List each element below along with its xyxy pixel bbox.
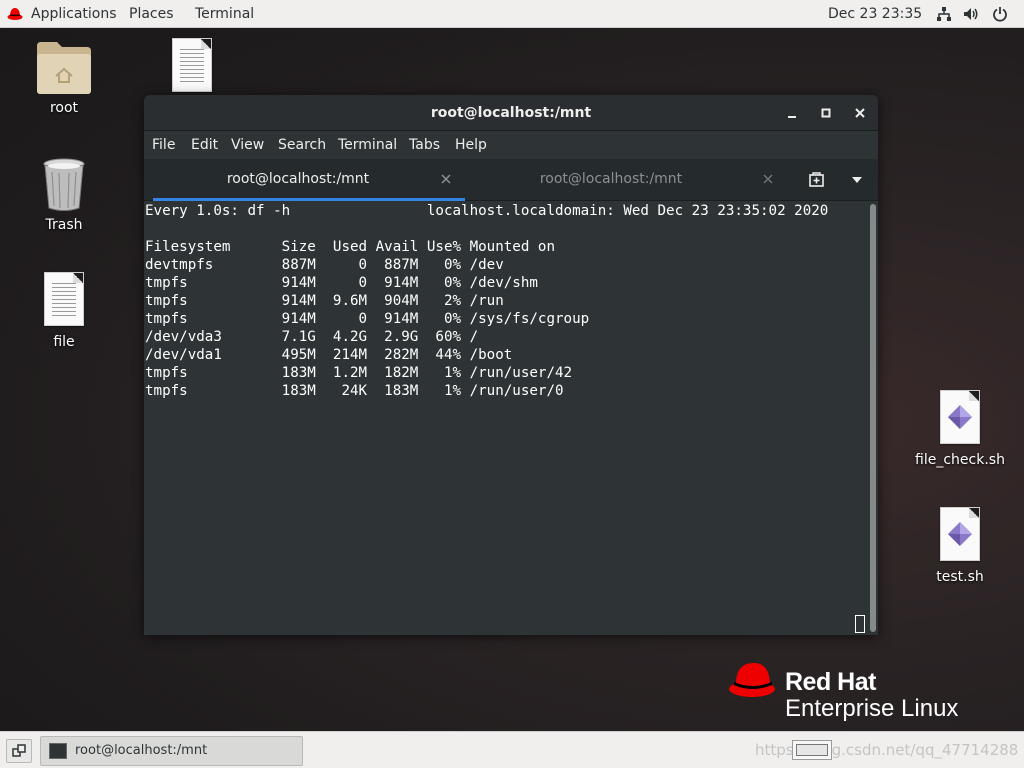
home-folder-icon bbox=[37, 42, 91, 94]
desktop-icon-root[interactable]: root bbox=[14, 40, 114, 120]
terminal-line: tmpfs 183M 1.2M 182M 1% /run/user/42 bbox=[145, 365, 573, 381]
network-icon[interactable] bbox=[936, 6, 952, 22]
brand-name: Red Hat bbox=[785, 668, 876, 696]
terminal-line: tmpfs 914M 9.6M 904M 2% /run bbox=[145, 293, 504, 309]
terminal-app-menu[interactable]: Terminal bbox=[195, 0, 254, 28]
bottom-panel: root@localhost:/mnt https://blog.csdn.ne… bbox=[0, 731, 1024, 768]
desktop-icon-document[interactable] bbox=[142, 38, 242, 94]
text-file-icon bbox=[172, 38, 212, 92]
terminal-line: /dev/vda1 495M 214M 282M 44% /boot bbox=[145, 347, 513, 363]
desktop-icon-label: file bbox=[53, 334, 75, 350]
workspace-switcher[interactable] bbox=[792, 740, 832, 760]
terminal-output[interactable]: Every 1.0s: df -h localhost.localdomain:… bbox=[144, 202, 867, 635]
redhat-logo-icon bbox=[729, 663, 775, 697]
tab-close-icon[interactable] bbox=[762, 173, 774, 185]
menu-search[interactable]: Search bbox=[278, 131, 326, 159]
active-tab-indicator bbox=[153, 198, 465, 201]
places-menu[interactable]: Places bbox=[129, 0, 174, 28]
desktop-icon-label: test.sh bbox=[936, 569, 984, 585]
terminal-line: tmpfs 183M 24K 183M 1% /run/user/0 bbox=[145, 383, 564, 399]
volume-icon[interactable] bbox=[963, 6, 979, 22]
terminal-line: tmpfs 914M 0 914M 0% /sys/fs/cgroup bbox=[145, 311, 590, 327]
script-gem-icon bbox=[948, 405, 972, 429]
terminal-line: Filesystem Size Used Avail Use% Mounted … bbox=[145, 239, 555, 255]
applications-menu[interactable]: Applications bbox=[31, 0, 117, 28]
close-icon[interactable] bbox=[852, 105, 868, 121]
terminal-scrollbar[interactable] bbox=[869, 202, 878, 635]
redhat-menu-icon[interactable] bbox=[7, 7, 23, 21]
tab-inactive[interactable]: root@localhost:/mnt bbox=[466, 159, 778, 201]
trash-icon bbox=[43, 158, 85, 211]
top-panel: Applications Places Terminal Dec 23 23:3… bbox=[0, 0, 1024, 28]
brand-product: Enterprise Linux bbox=[785, 695, 959, 722]
terminal-window: root@localhost:/mnt File Edit View Searc… bbox=[144, 95, 878, 635]
maximize-icon[interactable] bbox=[818, 105, 834, 121]
desktop-icon-label: Trash bbox=[45, 217, 83, 233]
show-desktop-icon bbox=[12, 744, 26, 757]
tab-label: root@localhost:/mnt bbox=[539, 171, 683, 187]
taskbar-label: root@localhost:/mnt bbox=[75, 743, 208, 758]
terminal-icon bbox=[49, 743, 67, 759]
desktop-icon-trash[interactable]: Trash bbox=[14, 158, 114, 238]
menu-tabs[interactable]: Tabs bbox=[409, 131, 440, 159]
window-title: root@localhost:/mnt bbox=[430, 105, 592, 121]
tab-label: root@localhost:/mnt bbox=[226, 171, 370, 187]
text-file-icon bbox=[44, 272, 84, 326]
script-file-icon bbox=[940, 390, 980, 444]
power-icon[interactable] bbox=[992, 6, 1008, 22]
menu-edit[interactable]: Edit bbox=[191, 131, 218, 159]
menu-view[interactable]: View bbox=[231, 131, 264, 159]
tab-bar: root@localhost:/mnt root@localhost:/mnt bbox=[144, 159, 878, 201]
menu-terminal[interactable]: Terminal bbox=[338, 131, 397, 159]
terminal-line: Every 1.0s: df -h localhost.localdomain:… bbox=[145, 203, 829, 219]
clock[interactable]: Dec 23 23:35 bbox=[828, 0, 922, 28]
desktop-icon-file-check[interactable]: file_check.sh bbox=[910, 390, 1010, 470]
desktop-icon-file[interactable]: file bbox=[14, 272, 114, 352]
script-file-icon bbox=[940, 507, 980, 561]
taskbar-terminal-button[interactable]: root@localhost:/mnt bbox=[40, 736, 303, 766]
menu-file[interactable]: File bbox=[152, 131, 175, 159]
terminal-cursor bbox=[855, 615, 865, 633]
tab-menu-chevron-down-icon[interactable] bbox=[851, 175, 863, 185]
desktop-icon-test[interactable]: test.sh bbox=[910, 507, 1010, 587]
terminal-line: devtmpfs 887M 0 887M 0% /dev bbox=[145, 257, 504, 273]
tab-active[interactable]: root@localhost:/mnt bbox=[153, 159, 465, 201]
desktop-icon-label: root bbox=[49, 100, 79, 116]
new-tab-icon[interactable] bbox=[808, 171, 826, 189]
menu-help[interactable]: Help bbox=[455, 131, 487, 159]
window-titlebar[interactable]: root@localhost:/mnt bbox=[144, 95, 878, 131]
show-desktop-button[interactable] bbox=[6, 739, 32, 763]
terminal-line: /dev/vda3 7.1G 4.2G 2.9G 60% / bbox=[145, 329, 479, 345]
scrollbar-thumb[interactable] bbox=[870, 204, 876, 632]
menu-bar: File Edit View Search Terminal Tabs Help bbox=[144, 131, 878, 159]
script-gem-icon bbox=[948, 522, 972, 546]
minimize-icon[interactable] bbox=[784, 105, 800, 121]
desktop-icon-label: file_check.sh bbox=[915, 452, 1005, 468]
tab-close-icon[interactable] bbox=[440, 173, 452, 185]
terminal-line: tmpfs 914M 0 914M 0% /dev/shm bbox=[145, 275, 538, 291]
